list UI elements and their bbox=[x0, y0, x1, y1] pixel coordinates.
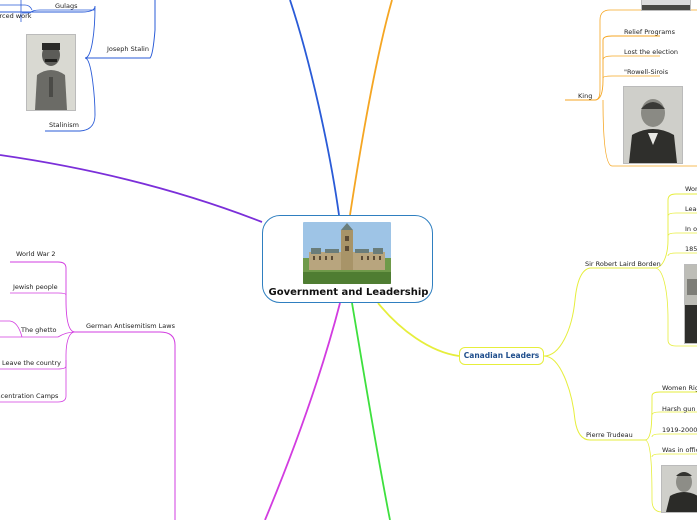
magenta-ww2-line bbox=[10, 261, 76, 333]
joseph-stalin-photo bbox=[26, 34, 76, 111]
yellow-borden-leag-line bbox=[667, 212, 697, 217]
ghetto-label[interactable]: The ghetto bbox=[21, 326, 56, 334]
trudeau-years-label[interactable]: 1919-2000 bbox=[662, 426, 697, 434]
central-topic-node[interactable]: Government and Leadership bbox=[262, 215, 433, 303]
yellow-borden-1854-line bbox=[667, 252, 697, 257]
jewish-people-label[interactable]: Jewish people bbox=[13, 283, 58, 291]
rowell-sirois-label[interactable]: "Rowell-Sirois bbox=[624, 68, 668, 76]
world-war-2-label[interactable]: World War 2 bbox=[16, 250, 56, 258]
trudeau-gun-control-label[interactable]: Harsh gun co bbox=[662, 405, 697, 413]
magenta-branch-line bbox=[264, 302, 341, 520]
magenta-small-line bbox=[0, 320, 23, 338]
canadian-leaders-node[interactable]: Canadian Leaders bbox=[459, 347, 544, 365]
central-topic-title: Government and Leadership bbox=[268, 287, 429, 298]
concentration-camps-label[interactable]: Concentration Camps bbox=[0, 392, 58, 400]
mind-map-canvas[interactable]: Government and Leadership Gulags Forced … bbox=[0, 0, 697, 520]
blue-gulags-line bbox=[22, 9, 95, 14]
lost-election-label[interactable]: Lost the election bbox=[624, 48, 678, 56]
parliament-building-photo bbox=[303, 222, 391, 284]
yellow-trudeau-years-line bbox=[651, 433, 697, 438]
blue-top-line bbox=[0, 4, 33, 11]
trudeau-women-rights-label[interactable]: Women Right bbox=[662, 384, 697, 392]
orange-top-photo bbox=[641, 0, 691, 11]
yellow-trudeau-office-line bbox=[651, 453, 697, 458]
purple-branch-line bbox=[0, 154, 263, 223]
robert-borden-label[interactable]: Sir Robert Laird Borden bbox=[585, 260, 661, 268]
orange-branch-line bbox=[349, 0, 393, 216]
king-label[interactable]: King bbox=[578, 92, 592, 100]
yellow-borden-line bbox=[543, 267, 655, 357]
magenta-jewish-line bbox=[10, 292, 67, 296]
pierre-trudeau-photo bbox=[661, 465, 697, 513]
gulags-label[interactable]: Gulags bbox=[55, 2, 77, 10]
borden-inof-label[interactable]: In of bbox=[685, 225, 697, 233]
magenta-sub-line bbox=[75, 331, 176, 520]
trudeau-office-label[interactable]: Was in office bbox=[662, 446, 697, 454]
joseph-stalin-label[interactable]: Joseph Stalin bbox=[107, 45, 149, 53]
robert-borden-photo bbox=[684, 264, 697, 344]
forced-work-label[interactable]: Forced work bbox=[0, 12, 32, 20]
borden-world-label[interactable]: World bbox=[685, 185, 697, 193]
borden-1854-label[interactable]: 1854 bbox=[685, 245, 697, 253]
pierre-trudeau-label[interactable]: Pierre Trudeau bbox=[586, 431, 633, 439]
relief-programs-label[interactable]: Relief Programs bbox=[624, 28, 675, 36]
orange-lost-line bbox=[602, 55, 660, 61]
mackenzie-king-photo bbox=[623, 86, 683, 164]
german-antisemitism-laws-label[interactable]: German Antisemitism Laws bbox=[86, 322, 175, 330]
leave-country-label[interactable]: Leave the country bbox=[2, 359, 61, 367]
yellow-trudeau-line bbox=[543, 355, 645, 441]
blue-branch-line bbox=[289, 0, 340, 216]
orange-rowell-line bbox=[602, 75, 660, 79]
stalinism-label[interactable]: Stalinism bbox=[49, 121, 79, 129]
green-branch-line bbox=[351, 302, 391, 520]
yellow-branch-line bbox=[377, 302, 460, 357]
borden-leag-label[interactable]: Leag bbox=[685, 205, 697, 213]
yellow-borden-inof-line bbox=[667, 232, 697, 237]
